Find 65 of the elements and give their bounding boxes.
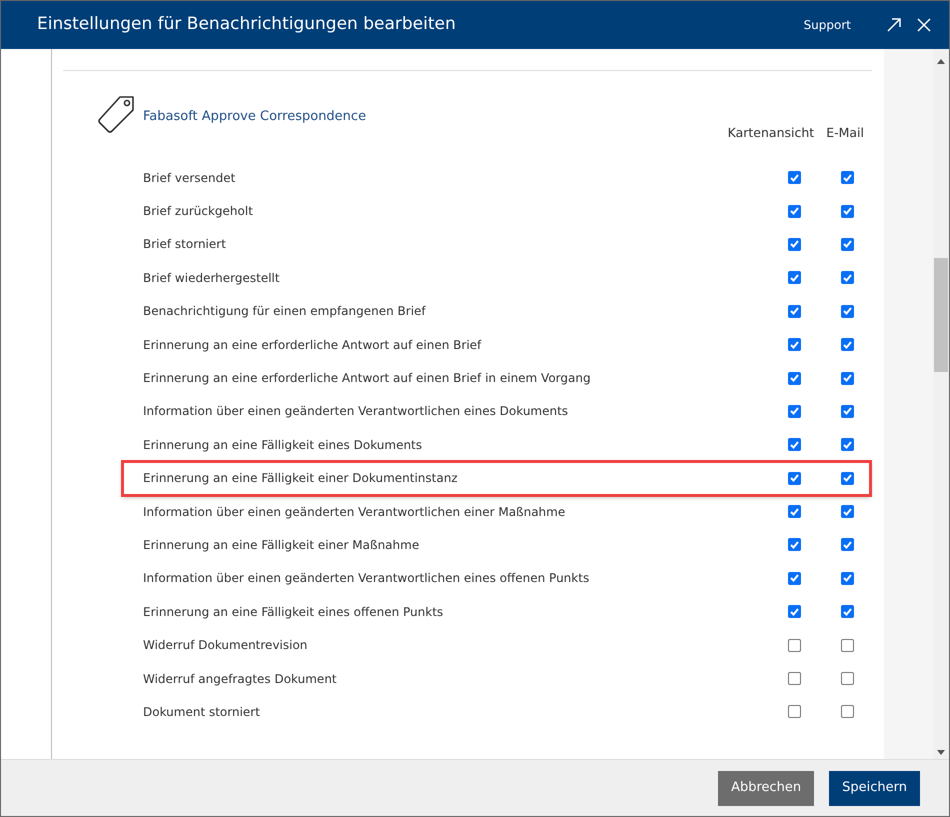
checkbox[interactable]	[788, 304, 801, 318]
checkbox[interactable]	[841, 338, 854, 352]
checkbox[interactable]	[788, 438, 801, 452]
checkbox[interactable]	[841, 538, 854, 552]
checkbox[interactable]	[841, 505, 854, 518]
window-title: Einstellungen für Benachrichtigungen bearbeiten	[37, 13, 457, 36]
notification-label: Erinnerung an eine erforderliche Antwort auf einen Brief	[143, 336, 482, 354]
cancel-button[interactable]: Abbrechen	[718, 770, 814, 806]
checkbox[interactable]	[788, 705, 801, 718]
column-header: E-Mail	[826, 124, 864, 142]
checkbox[interactable]	[841, 271, 854, 284]
save-button[interactable]: Speichern	[829, 770, 920, 806]
checkbox[interactable]	[841, 204, 854, 218]
notification-label: Benachrichtigung für einen empfangenen Brief	[143, 303, 427, 320]
scroll-down-icon[interactable]	[937, 750, 945, 755]
checkbox[interactable]	[841, 238, 854, 251]
checkbox[interactable]	[841, 672, 854, 686]
section-title: Fabasoft Approve Correspondence	[143, 108, 368, 126]
checkbox[interactable]	[788, 204, 801, 218]
notification-label: Widerruf angefragtes Dokument	[143, 670, 338, 688]
checkbox[interactable]	[841, 605, 854, 618]
checkbox[interactable]	[788, 472, 801, 485]
column-header: Kartenansicht	[728, 124, 814, 142]
checkbox[interactable]	[788, 672, 801, 686]
notification-label: Erinnerung an eine erforderliche Antwort auf einen Brief in einem Vorgang	[143, 370, 592, 388]
tag-icon	[96, 95, 136, 135]
checkbox[interactable]	[841, 438, 854, 452]
notification-label: Dokument storniert	[143, 704, 261, 721]
notification-label: Erinnerung an eine Fälligkeit einer Maßnahme	[143, 536, 420, 554]
checkbox[interactable]	[841, 304, 854, 318]
checkbox[interactable]	[841, 572, 854, 585]
notification-label: Information über einen geänderten Verantwortlichen eines Dokuments	[143, 403, 570, 420]
checkbox[interactable]	[841, 372, 854, 385]
scroll-up-icon[interactable]	[937, 59, 945, 64]
notification-label: Erinnerung an eine Fälligkeit eines Dokuments	[143, 436, 424, 454]
notification-label: Information über einen geänderten Verantwortlichen eines offenen Punkts	[143, 570, 590, 588]
notification-label: Information über einen geänderten Verantwortlichen einer Maßnahme	[143, 504, 566, 521]
checkbox[interactable]	[788, 638, 801, 652]
checkbox[interactable]	[788, 505, 801, 518]
checkbox[interactable]	[788, 404, 801, 418]
notification-label: Erinnerung an eine Fälligkeit eines offenen Punkts	[143, 604, 444, 621]
checkbox[interactable]	[788, 538, 801, 552]
checkbox[interactable]	[788, 572, 801, 585]
notification-label: Erinnerung an eine Fälligkeit einer Dokumentinstanz	[143, 470, 459, 488]
checkbox[interactable]	[788, 605, 801, 618]
close-icon[interactable]	[917, 18, 931, 32]
notification-label: Brief versendet	[143, 170, 236, 187]
checkbox[interactable]	[788, 238, 801, 251]
checkbox[interactable]	[788, 171, 801, 184]
scrollbar-thumb[interactable]	[934, 258, 948, 372]
support-link[interactable]: Support	[804, 16, 851, 34]
checkbox[interactable]	[841, 705, 854, 718]
checkbox[interactable]	[788, 372, 801, 385]
notification-label: Brief storniert	[143, 236, 227, 254]
checkbox[interactable]	[841, 472, 854, 485]
checkbox[interactable]	[788, 338, 801, 352]
checkbox[interactable]	[841, 404, 854, 418]
scrollbar[interactable]	[933, 49, 949, 759]
notification-label: Widerruf Dokumentrevision	[143, 637, 308, 654]
expand-icon[interactable]	[887, 18, 901, 32]
checkbox[interactable]	[841, 638, 854, 652]
notification-label: Brief wiederhergestellt	[143, 270, 281, 287]
notification-label: Brief zurückgeholt	[143, 203, 254, 220]
checkbox[interactable]	[788, 271, 801, 284]
checkbox[interactable]	[841, 171, 854, 184]
